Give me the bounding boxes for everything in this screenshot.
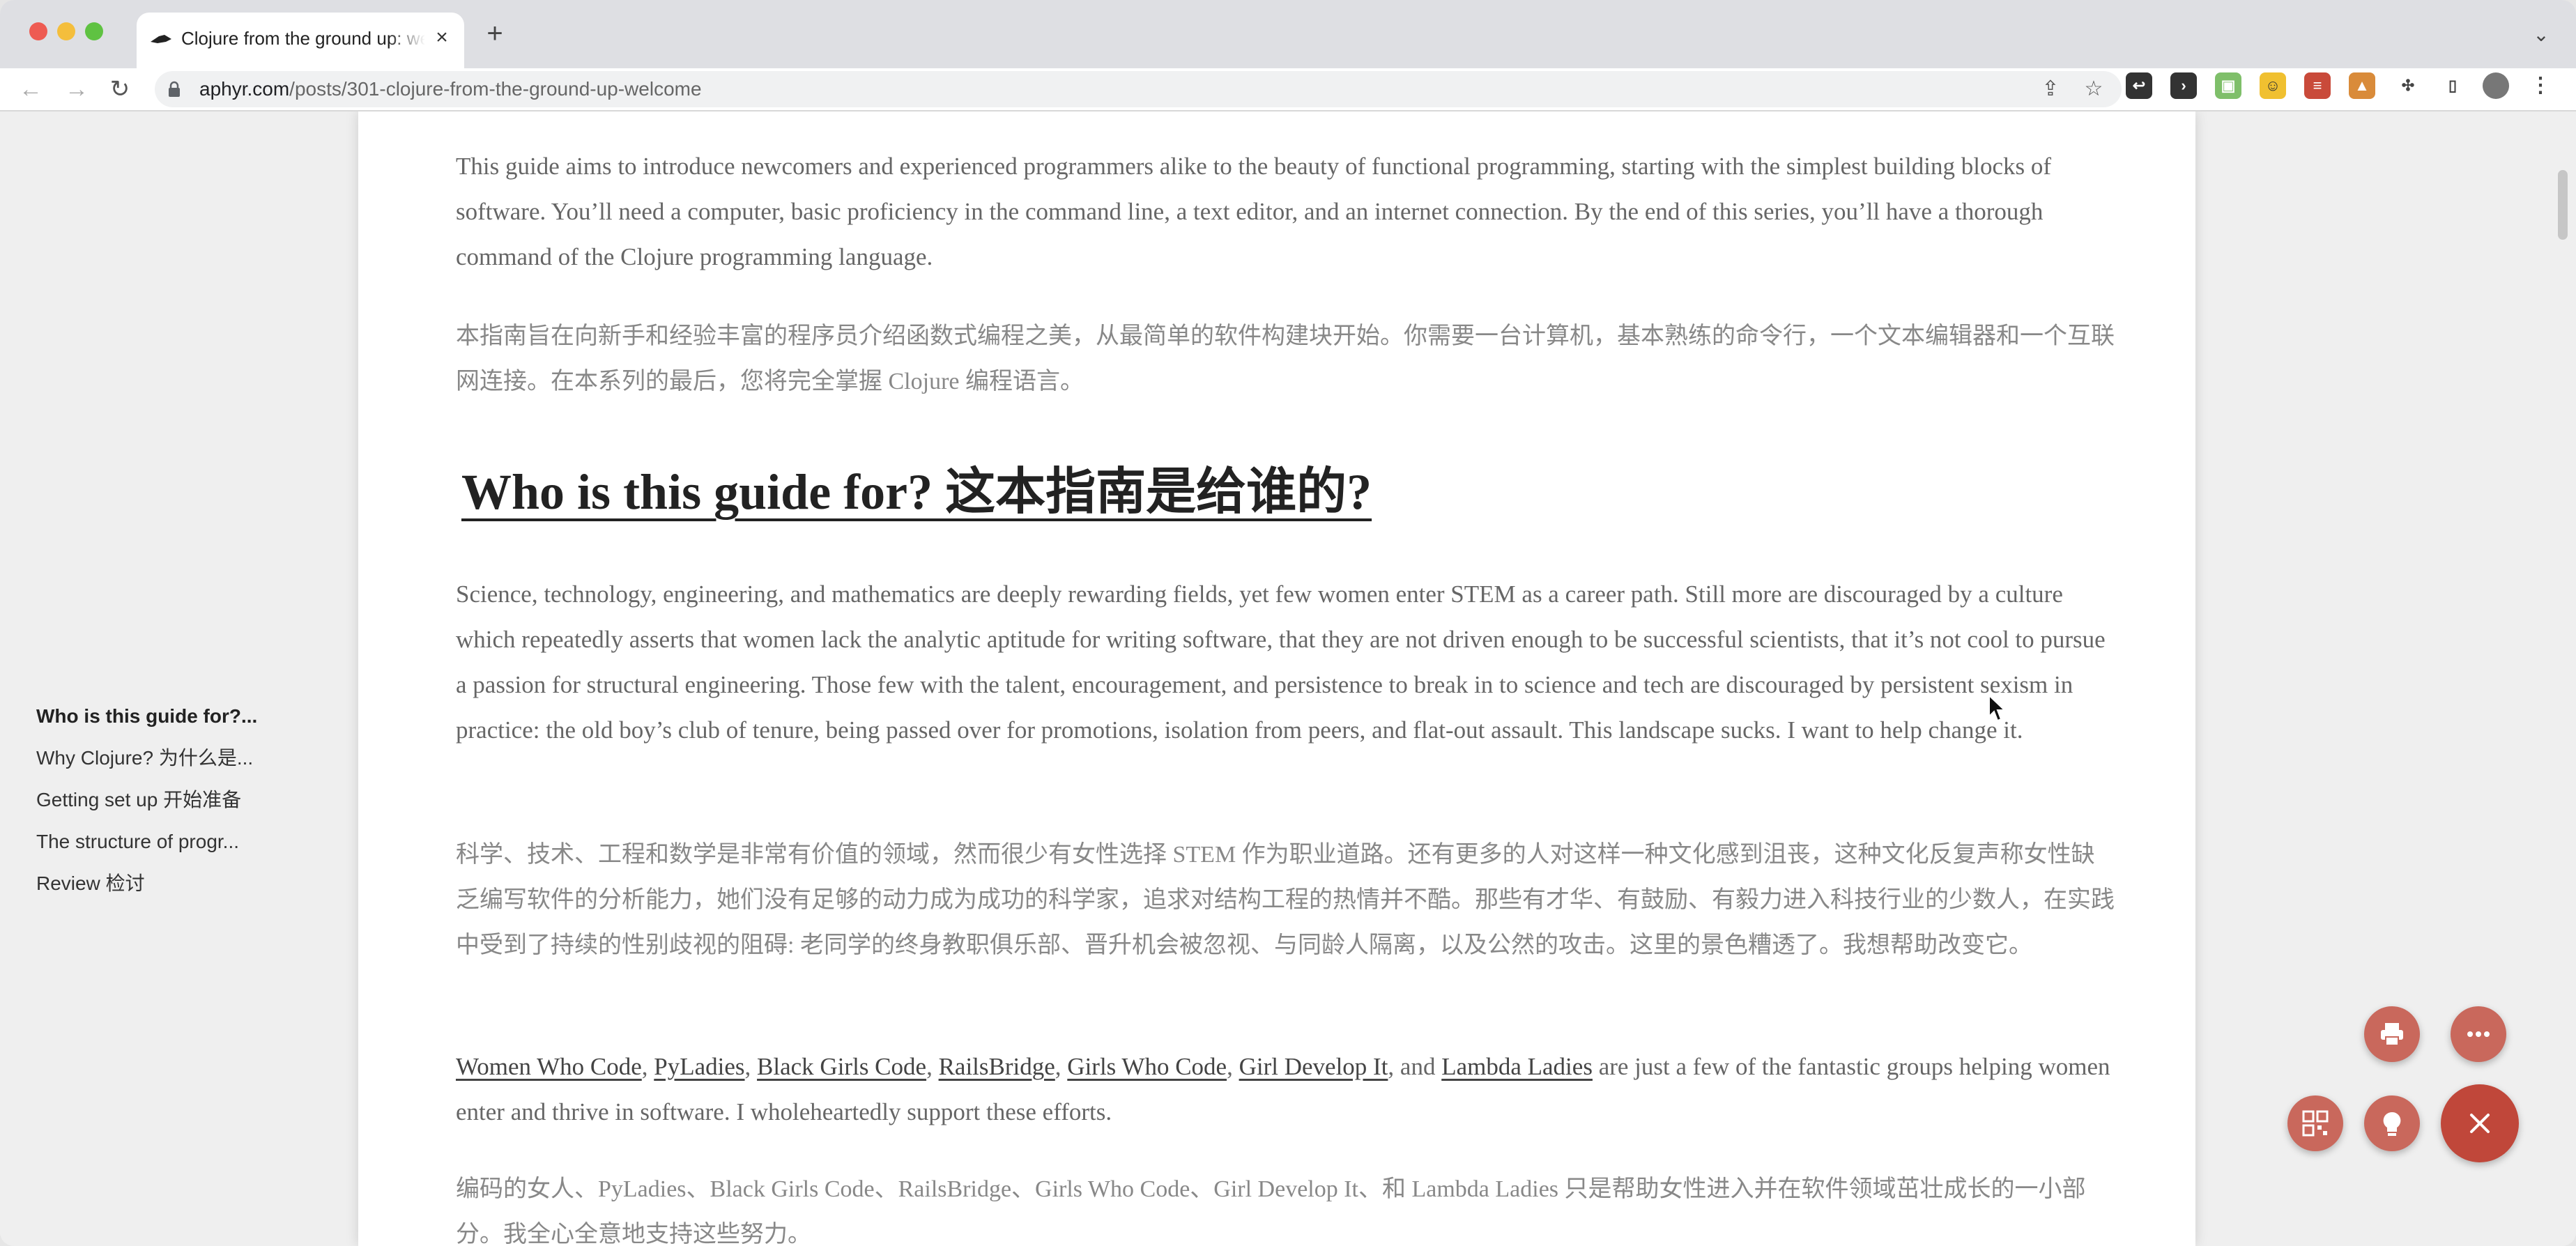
group-link[interactable]: Black Girls Code <box>757 1053 926 1080</box>
group-link[interactable]: Girl Develop It <box>1239 1053 1388 1080</box>
stem-paragraph-zh: 科学、技术、工程和数学是非常有价值的领域，然而很少有女性选择 STEM 作为职业… <box>456 842 2115 958</box>
link-separator: , <box>1227 1053 1239 1080</box>
puzzle-icon[interactable]: ✣ <box>2395 72 2421 99</box>
tab-close-icon[interactable]: × <box>429 25 454 50</box>
close-icon <box>2470 1114 2490 1133</box>
close-fab-button[interactable] <box>2441 1084 2519 1162</box>
forward-button[interactable]: → <box>60 72 93 106</box>
browser-window: Clojure from the ground up: welcome × + … <box>0 0 2576 1246</box>
mouse-cursor-icon <box>1988 694 2007 722</box>
url-path: /posts/301-clojure-from-the-ground-up-we… <box>289 78 702 100</box>
tab-strip: Clojure from the ground up: welcome × + … <box>0 0 2576 68</box>
extension-5-icon[interactable]: ≡ <box>2304 72 2331 99</box>
intro-paragraph-en: This guide aims to introduce newcomers a… <box>456 153 2052 270</box>
chevron-down-icon[interactable]: ⌄ <box>2527 21 2555 49</box>
avatar[interactable] <box>2483 72 2509 99</box>
scrollbar[interactable] <box>2552 111 2573 1246</box>
extension-1-icon[interactable]: ↩ <box>2126 72 2152 99</box>
link-separator: , and <box>1388 1053 1442 1080</box>
lightbulb-button[interactable] <box>2364 1095 2420 1151</box>
back-button[interactable]: ← <box>14 72 47 106</box>
minimize-window-button[interactable] <box>57 22 75 40</box>
link-separator: , <box>1055 1053 1068 1080</box>
group-link[interactable]: Lambda Ladies <box>1441 1053 1593 1080</box>
intro-paragraph-zh: 本指南旨在向新手和经验丰富的程序员介绍函数式编程之美，从最简单的软件构建块开始。… <box>456 323 2115 394</box>
group-link[interactable]: PyLadies <box>654 1053 744 1080</box>
stem-paragraph-en: Science, technology, engineering, and ma… <box>456 580 2106 744</box>
scrollbar-thumb[interactable] <box>2558 170 2568 240</box>
groups-paragraph-zh: 编码的女人、PyLadies、Black Girls Code、RailsBri… <box>456 1176 2086 1246</box>
groups-paragraph-en: Women Who Code, PyLadies, Black Girls Co… <box>456 1044 2115 1135</box>
print-icon <box>2381 1023 2403 1046</box>
toc-item[interactable]: Who is this guide for?... <box>36 695 273 737</box>
article: This guide aims to introduce newcomers a… <box>358 111 2195 1246</box>
more-button[interactable] <box>2451 1006 2506 1062</box>
share-icon[interactable]: ⇪ <box>2038 77 2063 102</box>
address-bar[interactable]: aphyr.com/posts/301-clojure-from-the-gro… <box>155 71 2122 107</box>
extension-3-icon[interactable]: ▣ <box>2215 72 2241 99</box>
table-of-contents: Who is this guide for?... Why Clojure? 为… <box>36 695 273 905</box>
group-link[interactable]: RailsBridge <box>939 1053 1055 1080</box>
toc-item[interactable]: The structure of progr... <box>36 821 273 863</box>
section-heading[interactable]: Who is this guide for? 这本指南是给谁的? <box>461 450 1372 523</box>
favicon-icon <box>151 35 171 43</box>
lightbulb-icon <box>2383 1112 2401 1136</box>
url-host: aphyr.com <box>199 78 290 100</box>
toc-item[interactable]: Review 检讨 <box>36 863 273 905</box>
toc-item[interactable]: Why Clojure? 为什么是... <box>36 737 273 779</box>
page-viewport: Who is this guide for?... Why Clojure? 为… <box>0 111 2576 1246</box>
zoom-window-button[interactable] <box>85 22 103 40</box>
print-button[interactable] <box>2364 1006 2420 1062</box>
extension-6-icon[interactable]: ▲ <box>2349 72 2375 99</box>
more-icon <box>2467 1031 2490 1037</box>
link-separator: , <box>744 1053 758 1080</box>
link-separator: , <box>926 1053 939 1080</box>
side-panel-icon[interactable]: ▯ <box>2439 72 2466 99</box>
url-text: aphyr.com/posts/301-clojure-from-the-gro… <box>199 78 702 100</box>
link-separator: , <box>641 1053 654 1080</box>
bookmark-star-icon[interactable]: ☆ <box>2081 77 2106 102</box>
menu-dots-icon[interactable]: ⋮ <box>2527 72 2554 99</box>
reload-button[interactable]: ↻ <box>103 72 137 106</box>
tab-active[interactable]: Clojure from the ground up: welcome × <box>137 13 464 68</box>
close-window-button[interactable] <box>29 22 47 40</box>
toc-item[interactable]: Getting set up 开始准备 <box>36 779 273 821</box>
qr-code-button[interactable] <box>2287 1095 2343 1151</box>
lock-icon <box>169 81 180 97</box>
new-tab-button[interactable]: + <box>480 18 510 49</box>
group-link[interactable]: Women Who Code <box>456 1053 642 1080</box>
group-link[interactable]: Girls Who Code <box>1067 1053 1227 1080</box>
extension-4-icon[interactable]: ☺ <box>2260 72 2286 99</box>
extension-2-icon[interactable]: › <box>2170 72 2197 99</box>
tab-title: Clojure from the ground up: welcome <box>181 28 425 49</box>
qr-code-icon <box>2302 1110 2329 1137</box>
